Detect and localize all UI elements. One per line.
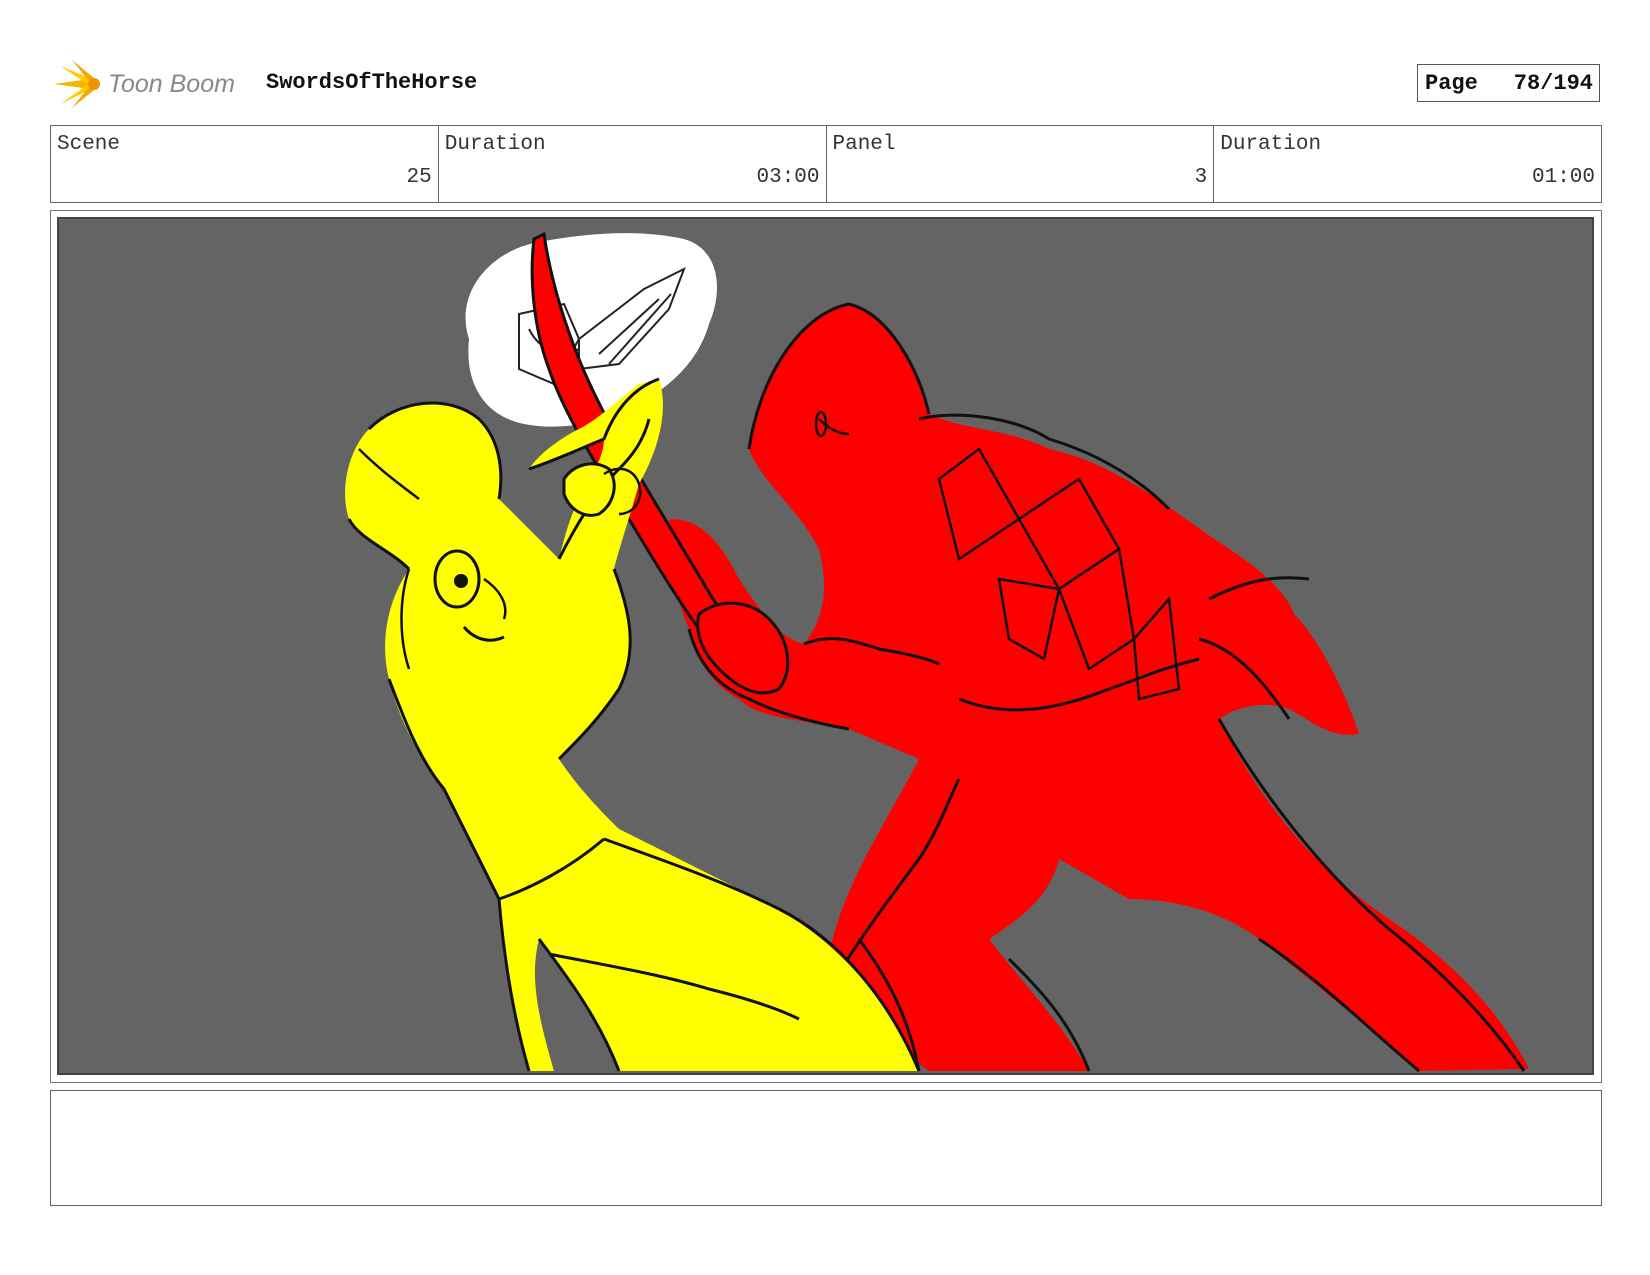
- scene-value: 25: [406, 166, 432, 189]
- storyboard-drawing: [345, 231, 1529, 1073]
- scene-duration-label: Duration: [444, 133, 546, 156]
- panel-cell: Panel 3: [827, 126, 1215, 202]
- panel-notes-box: [50, 1090, 1602, 1206]
- panel-image: [57, 217, 1594, 1075]
- project-title: SwordsOfTheHorse: [266, 70, 478, 95]
- logo-wordmark: Toon Boom: [108, 70, 235, 98]
- scene-duration-cell: Duration 03:00: [439, 126, 827, 202]
- scene-cell: Scene 25: [51, 126, 439, 202]
- scene-duration-value: 03:00: [756, 166, 820, 189]
- panel-frame: [50, 210, 1602, 1083]
- page-number: 78/194: [1513, 70, 1593, 96]
- storyboard-header: Toon Boom SwordsOfTheHorse Page 78/194: [50, 58, 1600, 108]
- panel-duration-label: Duration: [1220, 133, 1322, 156]
- panel-label: Panel: [832, 133, 896, 156]
- panel-duration-value: 01:00: [1531, 166, 1595, 189]
- starburst-icon: [54, 60, 100, 108]
- page-label: Page: [1425, 70, 1478, 96]
- panel-duration-cell: Duration 01:00: [1214, 126, 1601, 202]
- scene-label: Scene: [57, 133, 121, 156]
- toon-boom-logo: Toon Boom: [50, 58, 250, 110]
- page-indicator: Page 78/194: [1417, 64, 1600, 102]
- panel-value: 3: [1194, 166, 1208, 189]
- scene-info-table: Scene 25 Duration 03:00 Panel 3 Duration…: [50, 125, 1602, 203]
